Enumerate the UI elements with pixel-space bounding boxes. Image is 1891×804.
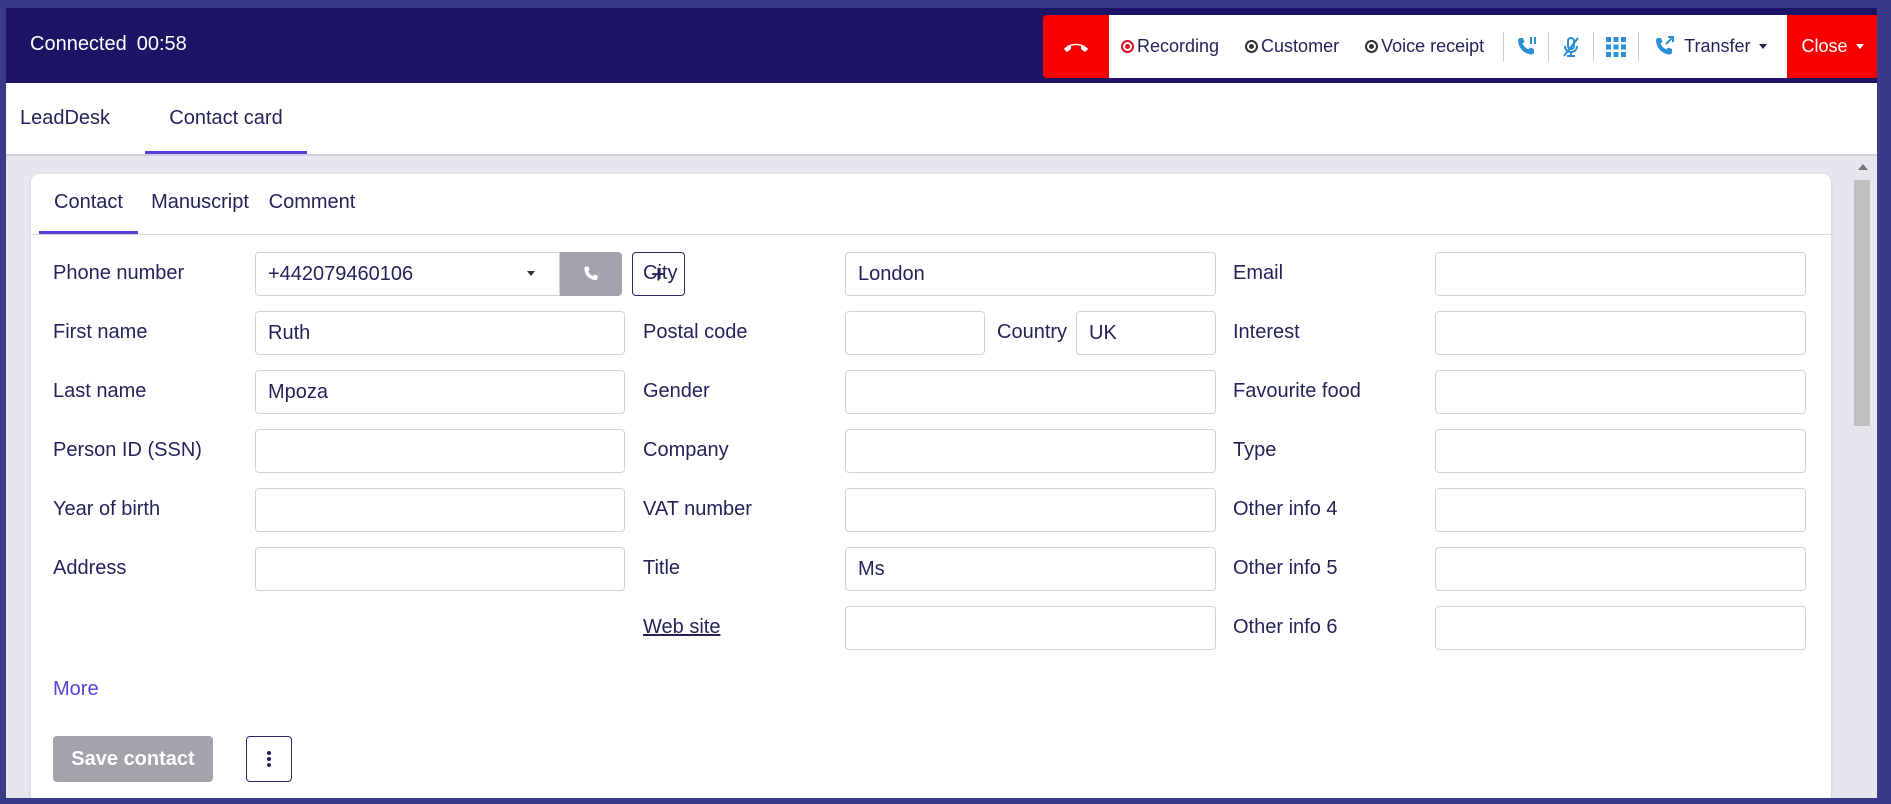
interest-field[interactable] [1435,311,1806,355]
chevron-down-icon [1758,44,1767,49]
year-of-birth-label: Year of birth [53,498,161,520]
gender-field[interactable] [845,370,1216,414]
close-label: Close [1801,36,1848,56]
other-info-5-label: Other info 5 [1233,557,1338,579]
more-link[interactable]: More [53,678,99,701]
type-label: Type [1233,439,1277,461]
call-timer: 00:58 [136,33,187,55]
company-label: Company [643,439,729,461]
postal-code-field[interactable] [845,311,985,355]
last-name-label: Last name [53,380,147,402]
vat-number-field[interactable] [845,488,1216,532]
subtab-manuscript[interactable]: Manuscript [145,174,255,234]
tab-contact-card[interactable]: Contact card [145,83,307,154]
web-site-link[interactable]: Web site [643,616,720,639]
person-id-field[interactable] [255,429,625,473]
call-options: Recording Customer Voice receipt Transfe… [1109,15,1787,78]
phone-number-label: Phone number [53,262,185,284]
close-button[interactable]: Close [1786,15,1877,78]
contact-form-card: Contact Manuscript Comment Phone number … [31,174,1831,798]
interest-label: Interest [1233,321,1300,343]
scrollbar-thumb[interactable] [1854,180,1870,426]
phone-number-value: +442079460106 [268,263,414,285]
form-sub-tabs: Contact Manuscript Comment [31,174,1831,235]
other-info-6-label: Other info 6 [1233,616,1338,638]
email-label: Email [1233,262,1284,284]
recording-indicator-icon [1121,40,1134,53]
divider [1503,31,1505,62]
voice-receipt-indicator-icon [1365,40,1379,53]
dialpad-button[interactable] [1603,32,1629,62]
address-field[interactable] [255,547,625,591]
title-field[interactable]: Ms [845,547,1216,591]
main-tabs: LeadDesk Contact card [6,83,1877,156]
chevron-down-icon [527,271,535,276]
call-controls: Recording Customer Voice receipt Transfe… [1043,15,1877,78]
transfer-label: Transfer [1684,36,1751,56]
other-info-4-field[interactable] [1435,488,1806,532]
kebab-menu-icon [267,751,271,767]
mute-button[interactable] [1558,32,1584,62]
subtab-contact[interactable]: Contact [39,174,138,234]
city-field[interactable]: London [845,252,1216,296]
other-info-5-field[interactable] [1435,547,1806,591]
dialpad-icon [1606,36,1627,57]
scrollbar[interactable] [1852,156,1872,798]
company-field[interactable] [845,429,1216,473]
first-name-field[interactable]: Ruth [255,311,625,355]
transfer-call-icon [1656,35,1675,54]
divider [1638,31,1640,62]
type-field[interactable] [1435,429,1806,473]
year-of-birth-field[interactable] [255,488,625,532]
customer-label: Customer [1261,36,1340,56]
person-id-label: Person ID (SSN) [53,439,202,461]
country-field[interactable]: UK [1076,311,1216,355]
other-info-4-label: Other info 4 [1233,498,1338,520]
divider [1593,31,1595,62]
mute-microphone-icon [1563,36,1579,57]
scroll-up-arrow-icon[interactable] [1858,164,1868,170]
web-site-field[interactable] [845,606,1216,650]
hold-call-button[interactable] [1513,32,1539,62]
tab-leaddesk[interactable]: LeadDesk [6,83,124,154]
hang-up-button[interactable] [1043,15,1109,78]
more-options-button[interactable] [246,736,292,782]
first-name-label: First name [53,321,148,343]
hold-call-icon [1518,36,1537,54]
connection-status: Connected [30,33,127,55]
favourite-food-field[interactable] [1435,370,1806,414]
phone-icon [584,266,598,281]
call-phone-button[interactable] [560,252,622,296]
call-top-bar: Connected 00:58 Recording Customer Voice… [6,8,1877,83]
transfer-button[interactable]: Transfer [1652,35,1767,59]
address-label: Address [53,557,127,579]
recording-label: Recording [1137,36,1220,56]
divider [1548,31,1550,62]
postal-code-label: Postal code [643,321,748,343]
title-label: Title [643,557,681,579]
favourite-food-label: Favourite food [1233,380,1361,402]
save-contact-button[interactable]: Save contact [53,736,213,782]
voice-receipt-toggle[interactable]: Voice receipt [1365,36,1484,57]
country-label: Country [997,321,1068,343]
vat-number-label: VAT number [643,498,752,520]
customer-toggle[interactable]: Customer [1245,36,1339,57]
hang-up-icon [1064,43,1088,52]
city-label: City [643,262,678,284]
customer-indicator-icon [1245,40,1259,53]
call-status: Connected 00:58 [30,33,197,56]
email-field[interactable] [1435,252,1806,296]
chevron-down-icon [1855,44,1864,49]
voice-receipt-label: Voice receipt [1381,36,1485,56]
gender-label: Gender [643,380,710,402]
phone-number-select[interactable]: +442079460106 [255,252,560,296]
recording-toggle[interactable]: Recording [1121,36,1219,57]
subtab-comment[interactable]: Comment [264,174,360,234]
other-info-6-field[interactable] [1435,606,1806,650]
last-name-field[interactable]: Mpoza [255,370,625,414]
contact-window: Connected 00:58 Recording Customer Voice… [6,8,1877,798]
